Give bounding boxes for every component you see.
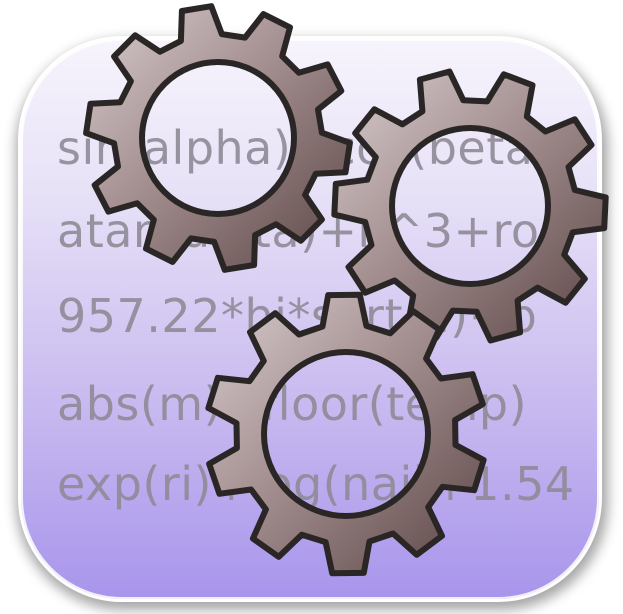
app-icon: sin(alpha)+cos(beta) atan(delta)+k^3+ro … — [0, 0, 623, 614]
formula-line-2: atan(delta)+k^3+ro — [57, 204, 540, 258]
formula-line-3: 957.22*hi*sqrt(a)+b — [57, 289, 538, 343]
icon-tile: sin(alpha)+cos(beta) atan(delta)+k^3+ro … — [18, 36, 602, 602]
formula-line-4: abs(m)+floor(temp) — [57, 377, 528, 431]
formula-line-1: sin(alpha)+cos(beta) — [57, 121, 552, 175]
formula-line-5: exp(ri)+log(nai)+1.54 — [57, 457, 575, 511]
